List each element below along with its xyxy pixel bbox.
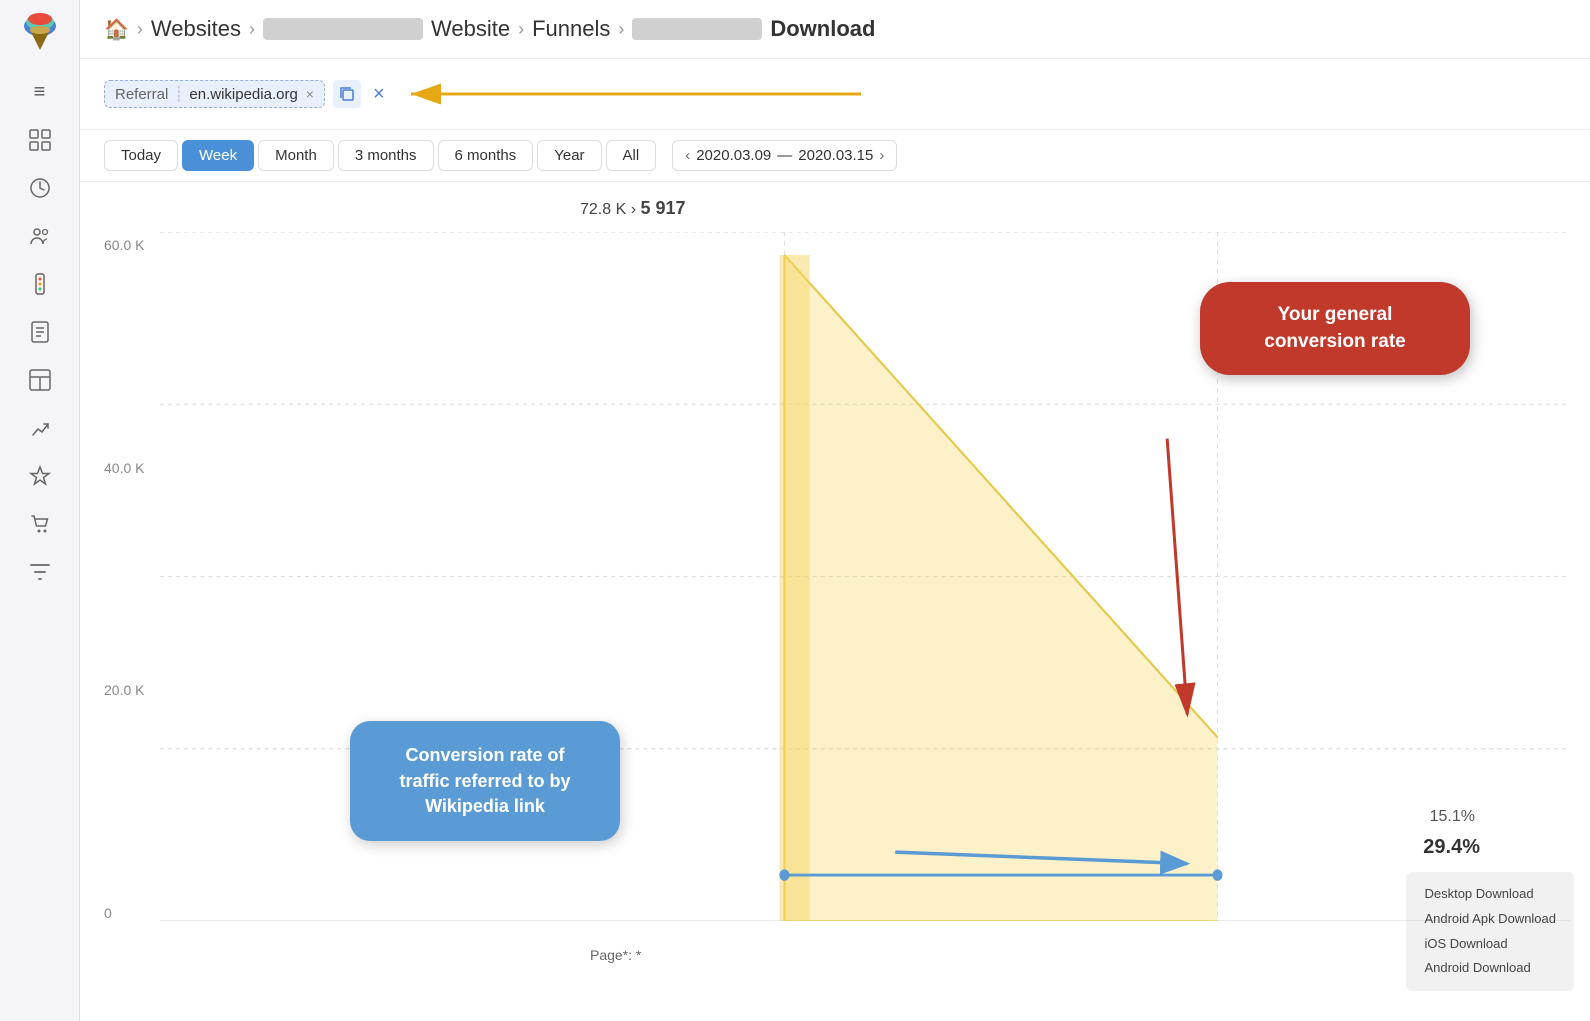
breadcrumb-sep-1: › <box>137 19 143 40</box>
y-label-40k: 40.0 K <box>104 460 144 476</box>
next-date-arrow[interactable]: › <box>879 147 884 164</box>
date-dash: — <box>777 147 792 164</box>
filter-value: en.wikipedia.org <box>189 86 297 103</box>
time-month-button[interactable]: Month <box>258 140 334 171</box>
time-today-button[interactable]: Today <box>104 140 178 171</box>
date-range[interactable]: ‹ 2020.03.09 — 2020.03.15 › <box>672 140 897 171</box>
filter-tag[interactable]: Referral ┊ en.wikipedia.org × <box>104 80 325 108</box>
breadcrumb-sep-4: › <box>618 19 624 40</box>
layout-icon[interactable] <box>20 360 60 400</box>
wikipedia-pct-label: 29.4% <box>1423 836 1480 859</box>
breadcrumb-website: Website <box>431 16 510 42</box>
breadcrumb-download: Download <box>770 16 875 42</box>
dashboard-icon[interactable] <box>20 120 60 160</box>
tooltip-value: 5 917 <box>641 198 686 218</box>
filter-bar: Referral ┊ en.wikipedia.org × × <box>80 59 1590 130</box>
filter-copy-icon[interactable] <box>333 80 361 108</box>
breadcrumb-blurred-2 <box>632 18 762 40</box>
legend-item-4: Android Download <box>1424 956 1556 981</box>
y-axis: 60.0 K 40.0 K 20.0 K 0 <box>104 237 144 921</box>
general-conversion-text: Your general conversion rate <box>1264 304 1406 352</box>
main-content: 🏠 › Websites › Website › Funnels › Downl… <box>80 0 1590 1021</box>
events-icon[interactable] <box>20 456 60 496</box>
chart-legend: Desktop Download Android Apk Download iO… <box>1406 872 1574 991</box>
time-year-button[interactable]: Year <box>537 140 601 171</box>
traffic-icon[interactable] <box>20 264 60 304</box>
breadcrumb-websites[interactable]: Websites <box>151 16 241 42</box>
tooltip-arrow: › <box>631 201 641 218</box>
arrow-annotation <box>401 69 921 119</box>
time-6months-button[interactable]: 6 months <box>438 140 534 171</box>
goals-icon[interactable] <box>20 408 60 448</box>
general-pct-label: 15.1% <box>1430 808 1475 826</box>
realtime-icon[interactable] <box>20 168 60 208</box>
legend-item-3: iOS Download <box>1424 932 1556 957</box>
home-icon[interactable]: 🏠 <box>104 17 129 42</box>
breadcrumb: 🏠 › Websites › Website › Funnels › Downl… <box>80 0 1590 59</box>
breadcrumb-blurred-1 <box>263 18 423 40</box>
general-conversion-bubble: Your general conversion rate <box>1200 282 1470 375</box>
app-logo <box>18 12 62 56</box>
legend-item-1: Desktop Download <box>1424 882 1556 907</box>
time-bar: Today Week Month 3 months 6 months Year … <box>80 130 1590 182</box>
y-label-20k: 20.0 K <box>104 682 144 698</box>
menu-icon[interactable]: ≡ <box>20 72 60 112</box>
page-label: Page*: * <box>590 947 641 963</box>
time-all-button[interactable]: All <box>606 140 657 171</box>
breadcrumb-sep-2: › <box>249 19 255 40</box>
sidebar: ≡ <box>0 0 80 1021</box>
date-end: 2020.03.15 <box>798 147 873 164</box>
ecommerce-icon[interactable] <box>20 504 60 544</box>
y-label-0: 0 <box>104 905 144 921</box>
filter-remove-x[interactable]: × <box>306 86 314 102</box>
filter-icon[interactable] <box>20 552 60 592</box>
time-week-button[interactable]: Week <box>182 140 254 171</box>
wikipedia-conversion-text: Conversion rate of traffic referred to b… <box>399 745 570 815</box>
tooltip-visitors: 72.8 K <box>580 201 626 218</box>
pages-icon[interactable] <box>20 312 60 352</box>
chart-tooltip: 72.8 K › 5 917 <box>580 198 686 219</box>
breadcrumb-funnels[interactable]: Funnels <box>532 16 610 42</box>
prev-date-arrow[interactable]: ‹ <box>685 147 690 164</box>
legend-item-2: Android Apk Download <box>1424 907 1556 932</box>
filter-close-button[interactable]: × <box>373 83 385 106</box>
wikipedia-conversion-bubble: Conversion rate of traffic referred to b… <box>350 721 620 841</box>
y-label-60k: 60.0 K <box>104 237 144 253</box>
date-start: 2020.03.09 <box>696 147 771 164</box>
visitors-icon[interactable] <box>20 216 60 256</box>
chart-area: 72.8 K › 5 917 60.0 K 40.0 K 20.0 K 0 <box>80 182 1590 1021</box>
filter-label: Referral <box>115 86 168 103</box>
time-3months-button[interactable]: 3 months <box>338 140 434 171</box>
breadcrumb-sep-3: › <box>518 19 524 40</box>
annotation-arrow-svg <box>401 69 921 119</box>
